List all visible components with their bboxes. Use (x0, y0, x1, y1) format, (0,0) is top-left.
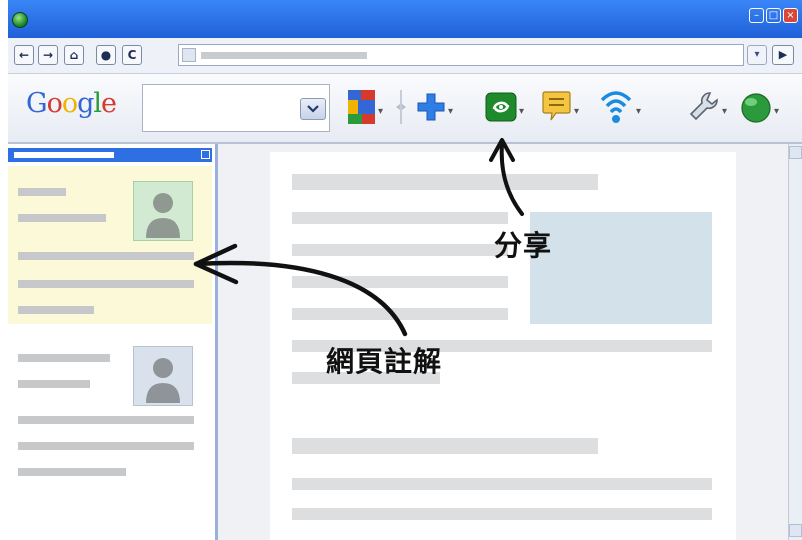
annotation-arrows (193, 138, 524, 337)
share-callout-label: 分享 (494, 229, 553, 262)
annotation-callout-label: 網頁註解 (326, 345, 443, 378)
